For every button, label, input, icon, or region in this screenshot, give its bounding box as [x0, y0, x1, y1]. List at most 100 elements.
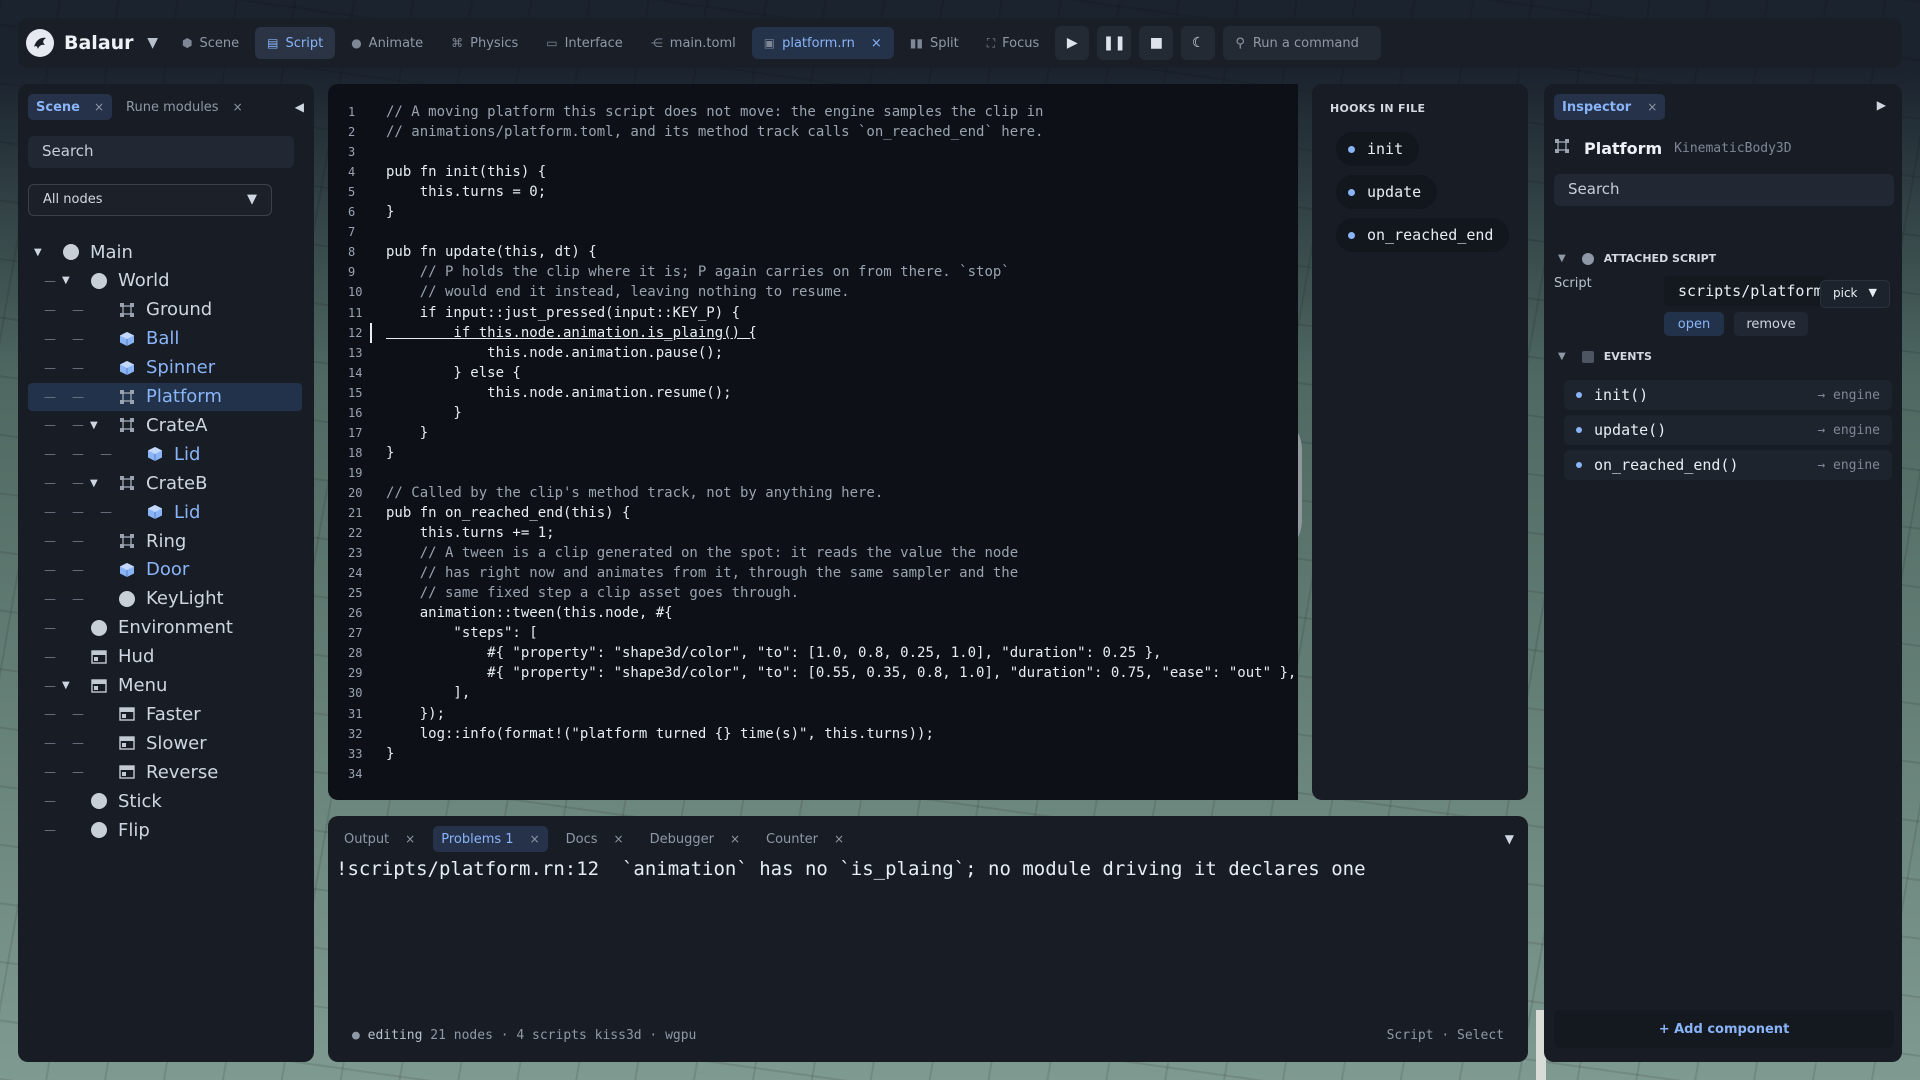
tab-scene[interactable]: ⬢ Scene: [170, 27, 251, 59]
tab-problems-1[interactable]: Problems 1 ×: [433, 826, 548, 852]
code-editor[interactable]: 1// A moving platform this script does n…: [328, 84, 1298, 800]
chevron-down-icon[interactable]: ▼: [1505, 832, 1514, 846]
stop-button[interactable]: ■: [1139, 26, 1174, 60]
tab-physics[interactable]: ⌘ Physics: [439, 27, 530, 59]
tab-inspector[interactable]: Inspector ×: [1554, 94, 1666, 120]
tree-node[interactable]: — Environment: [28, 614, 302, 642]
close-icon[interactable]: ×: [834, 832, 844, 846]
pause-button[interactable]: ❚❚: [1097, 26, 1132, 60]
code-line[interactable]: 28 #{ "property": "shape3d/color", "to":…: [328, 643, 1298, 663]
tab-main-toml[interactable]: ⋲ main.toml: [639, 27, 748, 59]
inspector-search-input[interactable]: Search: [1554, 174, 1894, 206]
problem-item[interactable]: !scripts/platform.rn:12 `animation` has …: [336, 858, 1366, 880]
events-header[interactable]: ▼ EVENTS: [1558, 350, 1652, 363]
code-line[interactable]: 7: [328, 222, 1298, 242]
expand-arrow-icon[interactable]: ▼: [90, 478, 98, 489]
event-target[interactable]: → engine: [1817, 388, 1880, 403]
pick-script-dropdown[interactable]: pick ▼: [1820, 280, 1890, 308]
expand-arrow-icon[interactable]: ▼: [90, 420, 98, 431]
code-line[interactable]: 20// Called by the clip's method track, …: [328, 483, 1298, 503]
tree-node[interactable]: — — Ring: [28, 527, 302, 555]
code-line[interactable]: 5 this.turns = 0;: [328, 182, 1298, 202]
code-line[interactable]: 4 pub fn init(this) {: [328, 162, 1298, 182]
code-line[interactable]: 16 }: [328, 403, 1298, 423]
script-path-field[interactable]: scripts/platform.rn: [1664, 276, 1826, 306]
hook-on-reached-end[interactable]: on_reached_end: [1336, 218, 1510, 252]
split-button[interactable]: ▮▮ Split: [898, 27, 971, 59]
event-target[interactable]: → engine: [1817, 458, 1880, 473]
command-palette-button[interactable]: ⚲ Run a command: [1223, 26, 1382, 60]
tab-animate[interactable]: ● Animate: [339, 27, 435, 59]
code-line[interactable]: 3: [328, 142, 1298, 162]
tree-node[interactable]: — — Door: [28, 556, 302, 584]
event-row[interactable]: update() → engine: [1564, 415, 1892, 445]
event-target[interactable]: → engine: [1817, 423, 1880, 438]
collapse-left-icon[interactable]: ◀: [295, 100, 304, 114]
focus-button[interactable]: ⛶ Focus: [975, 27, 1052, 59]
close-icon[interactable]: ×: [233, 100, 243, 114]
expand-right-icon[interactable]: ▶: [1877, 98, 1886, 112]
tree-node[interactable]: — — Slower: [28, 729, 302, 757]
tree-node[interactable]: — — ▼ CrateB: [28, 469, 302, 497]
code-line[interactable]: 32 log::info(format!("platform turned {}…: [328, 724, 1298, 744]
theme-toggle-button[interactable]: ☾: [1181, 26, 1216, 60]
hook-update[interactable]: update: [1336, 175, 1438, 209]
tree-node[interactable]: — — Spinner: [28, 354, 302, 382]
code-line[interactable]: 8 pub fn update(this, dt) {: [328, 242, 1298, 262]
tab-docs[interactable]: Docs ×: [558, 826, 632, 852]
code-line[interactable]: 21 pub fn on_reached_end(this) {: [328, 503, 1298, 523]
code-line[interactable]: 24 // has right now and animates from it…: [328, 563, 1298, 583]
close-icon[interactable]: ×: [1647, 100, 1657, 114]
code-line[interactable]: 9 // P holds the clip where it is; P aga…: [328, 262, 1298, 282]
code-line[interactable]: 2// animations/platform.toml, and its me…: [328, 122, 1298, 142]
tree-node[interactable]: — — — Lid: [28, 498, 302, 526]
tab-interface[interactable]: ▭ Interface: [534, 27, 635, 59]
tab-debugger[interactable]: Debugger ×: [642, 826, 748, 852]
tree-node[interactable]: — ▼ Menu: [28, 672, 302, 700]
tree-node[interactable]: — Hud: [28, 643, 302, 671]
close-icon[interactable]: ×: [871, 36, 882, 51]
tree-node[interactable]: — — Platform: [28, 382, 302, 411]
tree-node[interactable]: ▼ Main: [28, 238, 302, 266]
play-button[interactable]: ▶: [1055, 26, 1090, 60]
code-line[interactable]: 1// A moving platform this script does n…: [328, 102, 1298, 122]
code-line[interactable]: 34: [328, 764, 1298, 784]
code-line[interactable]: 19: [328, 463, 1298, 483]
tab-open-file[interactable]: ▣ platform.rn ×: [751, 27, 894, 59]
open-script-button[interactable]: open: [1664, 312, 1724, 336]
code-line[interactable]: 22 this.turns += 1;: [328, 523, 1298, 543]
tree-node[interactable]: — — Reverse: [28, 758, 302, 786]
chevron-down-icon[interactable]: ▼: [147, 35, 158, 51]
tab-output[interactable]: Output ×: [336, 826, 423, 852]
tab-counter[interactable]: Counter ×: [758, 826, 852, 852]
remove-script-button[interactable]: remove: [1734, 312, 1808, 336]
node-filter-select[interactable]: All nodes ▼: [28, 184, 272, 216]
code-line[interactable]: 27 "steps": [: [328, 623, 1298, 643]
close-icon[interactable]: ×: [94, 100, 104, 114]
tree-node[interactable]: — ▼ World: [28, 267, 302, 295]
code-line[interactable]: 15 this.node.animation.resume();: [328, 383, 1298, 403]
close-icon[interactable]: ×: [614, 832, 624, 846]
tree-node[interactable]: — — Ball: [28, 325, 302, 353]
close-icon[interactable]: ×: [405, 832, 415, 846]
expand-arrow-icon[interactable]: ▼: [62, 275, 70, 286]
scene-search-input[interactable]: Search: [28, 136, 294, 168]
code-line[interactable]: 13 this.node.animation.pause();: [328, 343, 1298, 363]
add-component-button[interactable]: + Add component: [1554, 1010, 1894, 1048]
code-line[interactable]: 10 // would end it instead, leaving noth…: [328, 282, 1298, 302]
code-line[interactable]: 33}: [328, 744, 1298, 764]
close-icon[interactable]: ×: [730, 832, 740, 846]
event-row[interactable]: init() → engine: [1564, 380, 1892, 410]
tree-node[interactable]: — — KeyLight: [28, 585, 302, 613]
code-line[interactable]: 14 } else {: [328, 363, 1298, 383]
code-line[interactable]: 26 animation::tween(this.node, #{: [328, 603, 1298, 623]
close-icon[interactable]: ×: [530, 832, 540, 846]
expand-arrow-icon[interactable]: ▼: [34, 247, 42, 258]
code-line[interactable]: 23 // A tween is a clip generated on the…: [328, 543, 1298, 563]
attached-script-header[interactable]: ▼ ATTACHED SCRIPT: [1558, 252, 1716, 265]
event-row[interactable]: on_reached_end() → engine: [1564, 450, 1892, 480]
code-line[interactable]: 25 // same fixed step a clip asset goes …: [328, 583, 1298, 603]
tab-rune-modules[interactable]: Rune modules ×: [118, 94, 251, 120]
hook-init[interactable]: init: [1336, 132, 1420, 166]
code-line[interactable]: 17 }: [328, 423, 1298, 443]
